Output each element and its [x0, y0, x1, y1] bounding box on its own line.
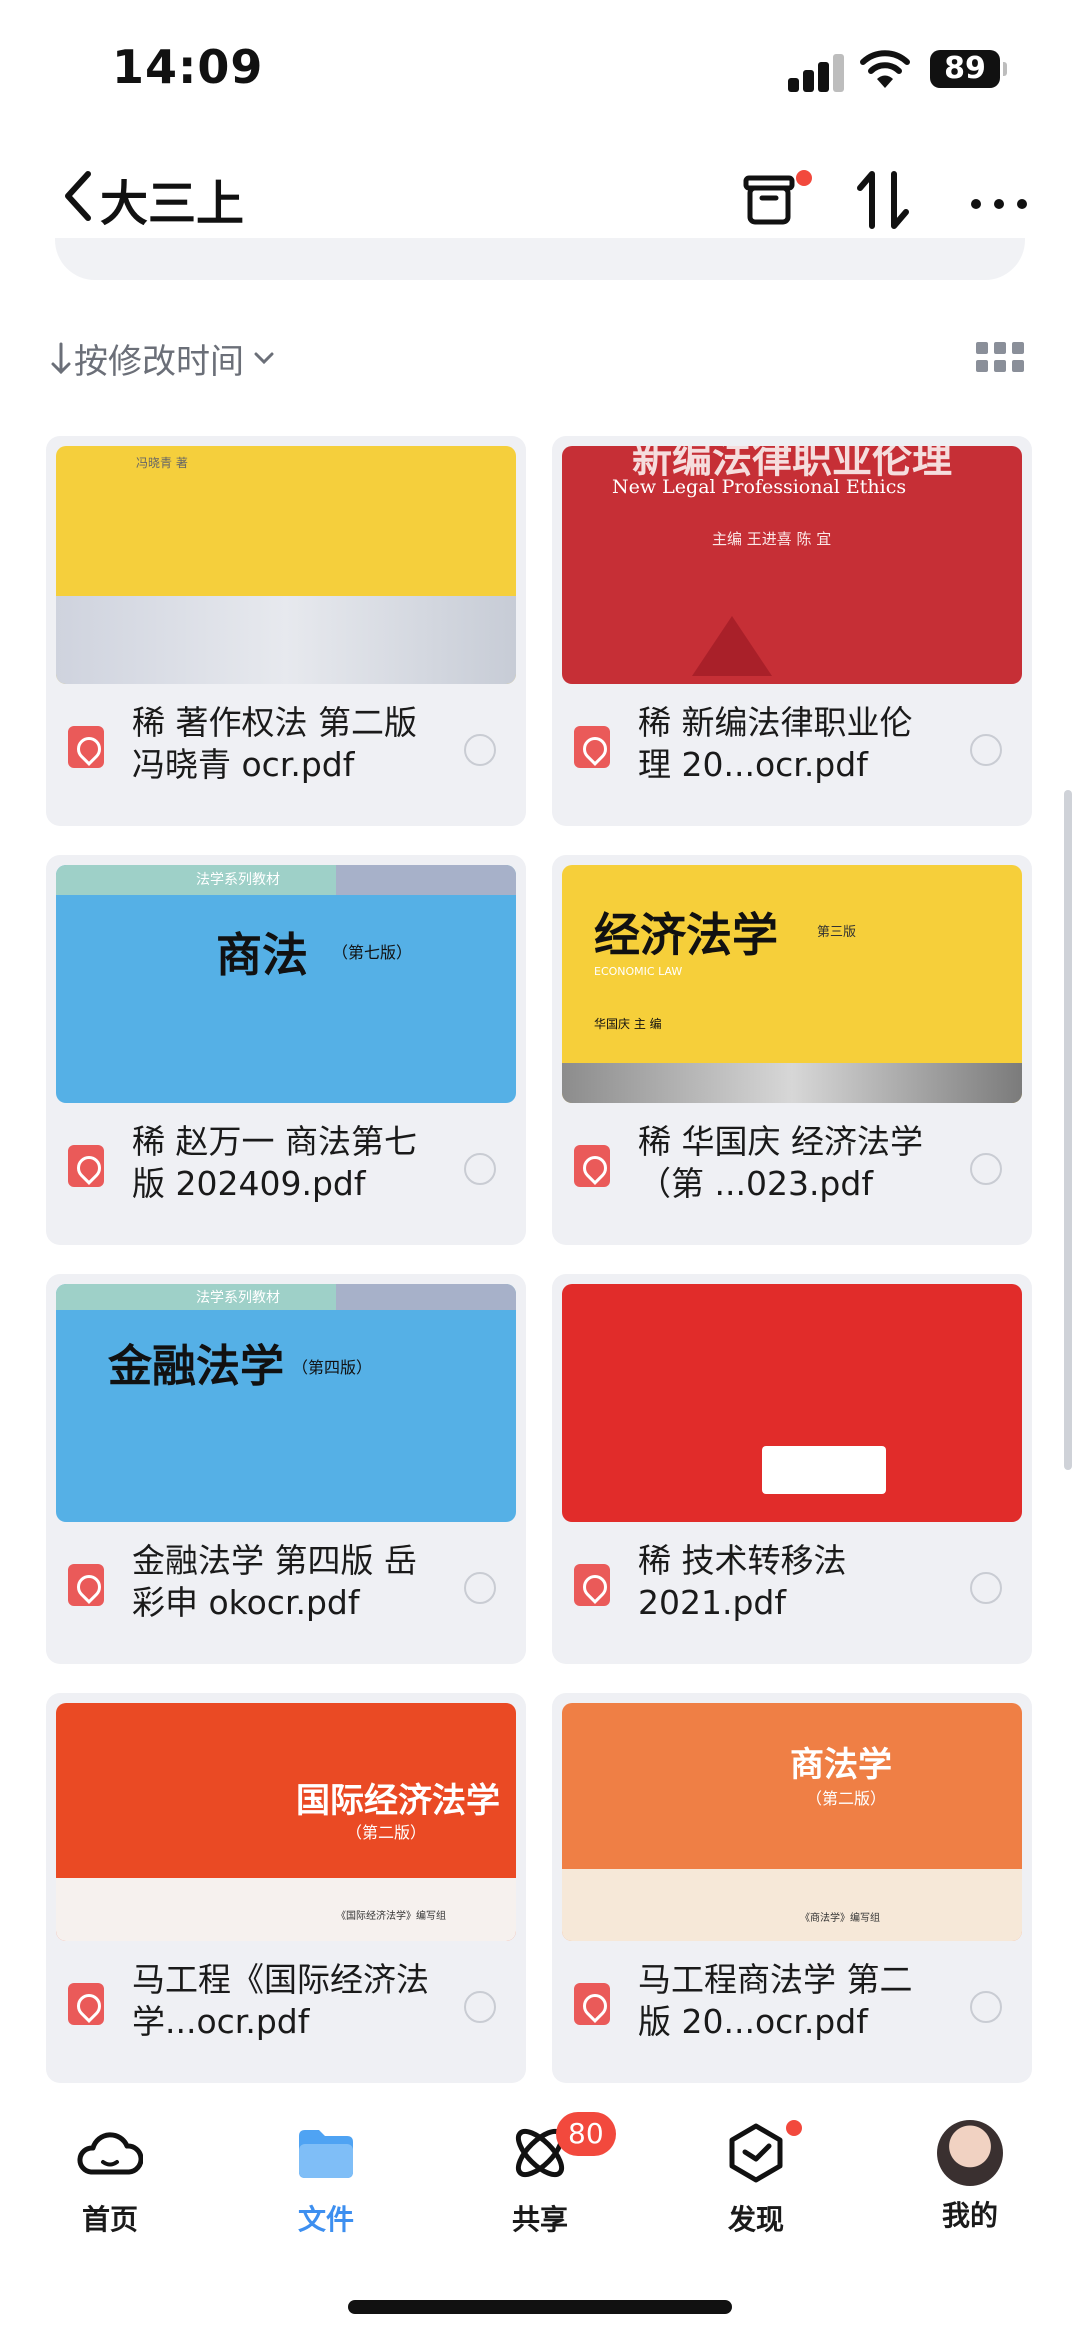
pdf-icon — [574, 1145, 610, 1187]
cover-banner: 法学系列教材 — [196, 1290, 280, 1306]
cover-banner: 法学系列教材 — [196, 872, 280, 888]
cloud-icon — [77, 2132, 144, 2175]
cover-authors: 《国际经济法学》编写组 — [336, 1911, 446, 1922]
file-cover: 法学系列教材 金融法学 （第四版） — [56, 1284, 516, 1522]
file-card[interactable]: 法学系列教材 金融法学 （第四版） 金融法学 第四版 岳彩申 okocr.pdf — [46, 1274, 526, 1664]
file-name: 稀 赵万一 商法第七版 202409.pdf — [132, 1122, 417, 1203]
wifi-icon — [860, 50, 910, 88]
nav-bar: 大三上 — [0, 150, 1080, 250]
file-name: 金融法学 第四版 岳彩申 okocr.pdf — [132, 1541, 417, 1622]
file-cover: 经济法学 第三版 ECONOMIC LAW 华国庆 主 编 — [562, 865, 1022, 1103]
select-radio[interactable] — [464, 1572, 496, 1604]
select-radio[interactable] — [464, 734, 496, 766]
cover-edition: 第三版 — [817, 925, 857, 940]
sort-icon — [857, 171, 909, 229]
file-card[interactable]: 法学系列教材 商法 （第七版） 稀 赵万一 商法第七版 202409.pdf — [46, 855, 526, 1245]
notification-dot — [786, 2120, 802, 2136]
share-count-badge: 80 — [556, 2112, 616, 2156]
tab-files[interactable]: 文件 — [246, 2120, 406, 2238]
discover-icon — [729, 2123, 783, 2183]
file-card[interactable]: 商法学 （第二版） 《商法学》编写组 马工程商法学 第二版 20...ocr.p… — [552, 1693, 1032, 2083]
cover-edition: （第二版） — [806, 1789, 887, 1808]
chevron-down-icon — [254, 352, 274, 365]
home-indicator — [348, 2300, 732, 2314]
search-bar-edge[interactable] — [55, 238, 1025, 280]
notification-dot — [796, 170, 812, 186]
file-cover — [562, 1284, 1022, 1522]
folder-icon — [299, 2130, 353, 2178]
pdf-icon — [574, 726, 610, 768]
sort-selector[interactable]: 按修改时间 — [48, 330, 284, 386]
file-card[interactable]: 国际经济法学 （第二版） 《国际经济法学》编写组 马工程《国际经济法学...oc… — [46, 1693, 526, 2083]
file-name: 稀 著作权法 第二版 冯晓青 ocr.pdf — [132, 703, 417, 784]
file-card[interactable]: 冯晓青 著 稀 著作权法 第二版 冯晓青 ocr.pdf — [46, 436, 526, 826]
cover-title: 商法 — [216, 928, 308, 982]
page-title: 大三上 — [100, 176, 245, 232]
pdf-icon — [68, 1983, 104, 2025]
file-card[interactable]: 稀 技术转移法 2021.pdf — [552, 1274, 1032, 1664]
file-name: 马工程商法学 第二版 20...ocr.pdf — [638, 1960, 913, 2041]
file-name: 马工程《国际经济法学...ocr.pdf — [132, 1960, 429, 2041]
avatar — [937, 2120, 1003, 2186]
pdf-icon — [68, 726, 104, 768]
signal-icon — [788, 52, 848, 92]
tab-home[interactable]: 首页 — [30, 2120, 190, 2238]
tab-me[interactable]: 我的 — [890, 2120, 1050, 2234]
cover-authors: 主编 王进喜 陈 宜 — [712, 530, 832, 548]
tab-label: 文件 — [297, 2203, 354, 2236]
select-radio[interactable] — [464, 1153, 496, 1185]
tab-label: 发现 — [727, 2203, 784, 2236]
file-name: 稀 华国庆 经济法学（第 ...023.pdf — [638, 1122, 923, 1203]
select-radio[interactable] — [464, 1991, 496, 2023]
scrollbar[interactable] — [1064, 790, 1072, 1470]
cover-authors: 华国庆 主 编 — [594, 1017, 662, 1031]
sort-button[interactable] — [850, 164, 920, 234]
cover-edition: （第七版） — [332, 943, 413, 962]
grid-view-icon[interactable] — [976, 340, 1024, 376]
file-cover: 国际经济法学 （第二版） 《国际经济法学》编写组 — [56, 1703, 516, 1941]
cover-authors: 《商法学》编写组 — [800, 1913, 880, 1924]
file-cover: 商法学 （第二版） 《商法学》编写组 — [562, 1703, 1022, 1941]
status-time: 14:09 — [112, 40, 264, 94]
pdf-icon — [68, 1145, 104, 1187]
tab-discover[interactable]: 发现 — [676, 2120, 836, 2238]
tab-label: 共享 — [511, 2203, 568, 2236]
pdf-icon — [574, 1983, 610, 2025]
file-card[interactable]: 新编法律职业伦理 New Legal Professional Ethics 主… — [552, 436, 1032, 826]
archive-button[interactable] — [740, 164, 812, 234]
cover-title: 经济法学 — [594, 908, 778, 962]
cover-subtitle: New Legal Professional Ethics — [612, 476, 907, 498]
status-bar: 14:09 89 — [0, 0, 1080, 130]
more-icon — [971, 199, 1027, 209]
tab-label: 首页 — [81, 2203, 138, 2236]
select-radio[interactable] — [970, 734, 1002, 766]
select-radio[interactable] — [970, 1572, 1002, 1604]
battery-indicator: 89 — [930, 50, 1007, 88]
file-card[interactable]: 经济法学 第三版 ECONOMIC LAW 华国庆 主 编 稀 华国庆 经济法学… — [552, 855, 1032, 1245]
select-radio[interactable] — [970, 1153, 1002, 1185]
cover-edition: （第二版） — [346, 1823, 427, 1842]
tab-share[interactable]: 共享 80 — [460, 2112, 620, 2238]
file-name: 稀 新编法律职业伦理 20...ocr.pdf — [638, 703, 913, 784]
cover-title: 国际经济法学 — [296, 1781, 500, 1821]
arrow-down-icon — [51, 342, 71, 375]
file-cover: 法学系列教材 商法 （第七版） — [56, 865, 516, 1103]
tab-label: 我的 — [941, 2199, 998, 2232]
cover-title: 商法学 — [790, 1745, 892, 1785]
file-cover: 新编法律职业伦理 New Legal Professional Ethics 主… — [562, 446, 1022, 684]
pdf-icon — [68, 1564, 104, 1606]
cover-text: 冯晓青 著 — [136, 456, 188, 470]
back-icon[interactable] — [58, 166, 98, 226]
select-radio[interactable] — [970, 1991, 1002, 2023]
pdf-icon — [574, 1564, 610, 1606]
more-button[interactable] — [966, 164, 1036, 234]
file-name: 稀 技术转移法 2021.pdf — [638, 1541, 847, 1622]
cover-subtitle: ECONOMIC LAW — [594, 965, 683, 978]
file-cover: 冯晓青 著 — [56, 446, 516, 684]
cover-title: 金融法学 — [108, 1341, 284, 1392]
cover-edition: （第四版） — [292, 1358, 373, 1377]
sort-label: 按修改时间 — [74, 341, 244, 382]
